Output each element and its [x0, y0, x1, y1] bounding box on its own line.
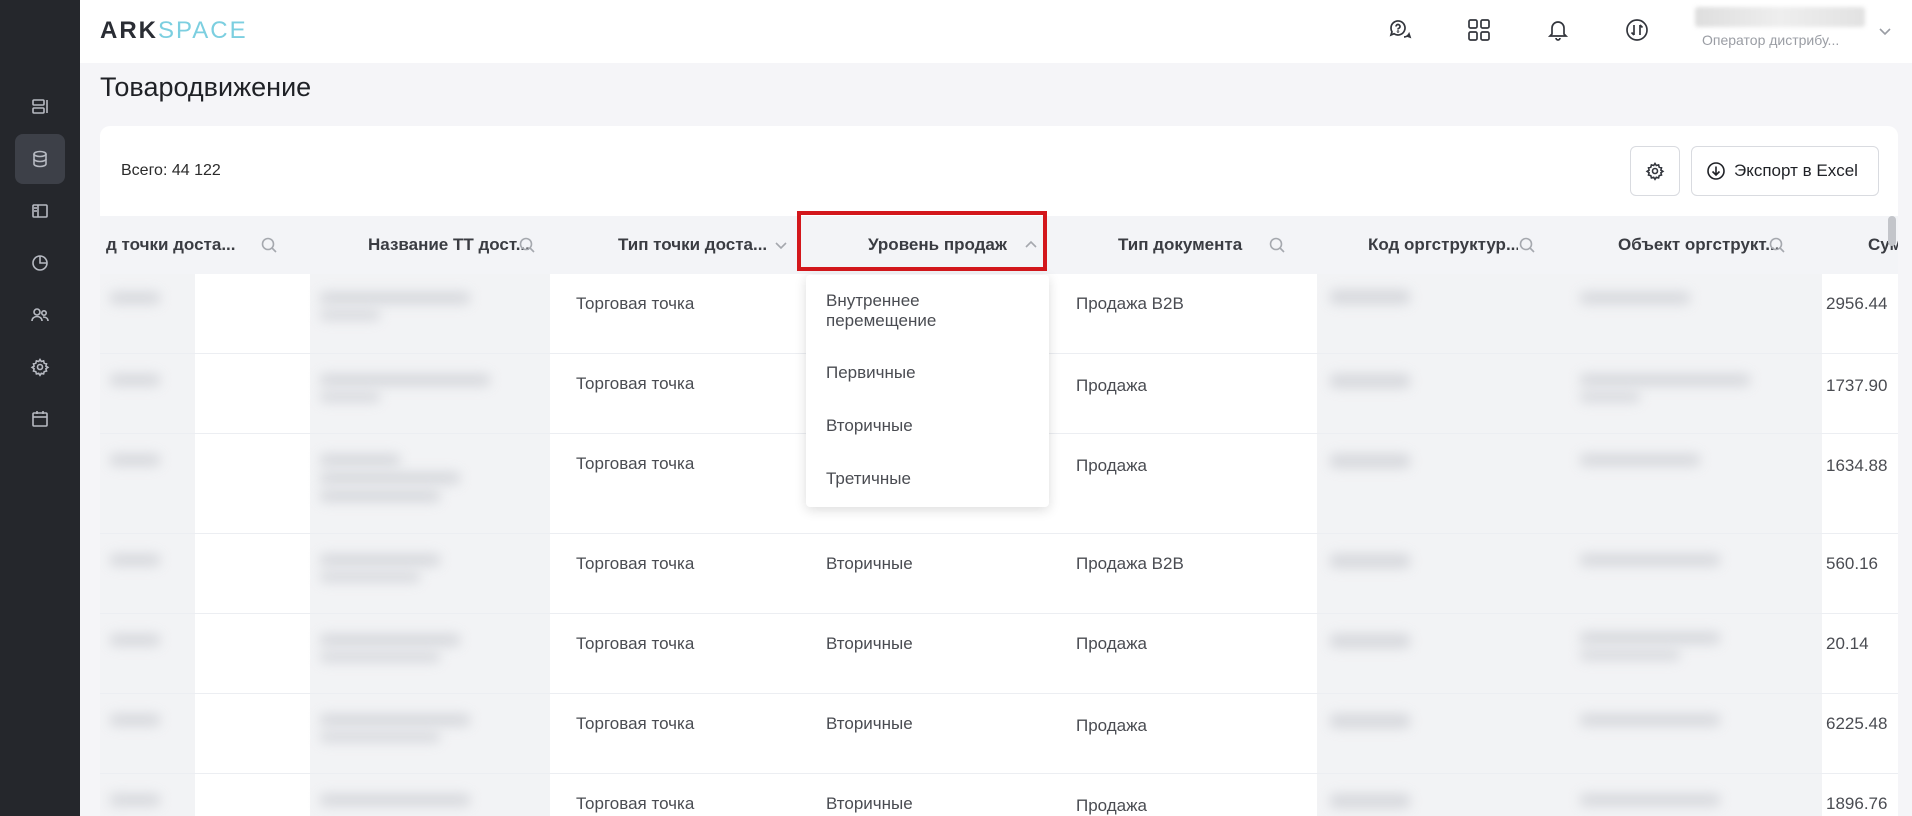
apps-grid-icon [1468, 19, 1490, 41]
chevron-down-icon [1879, 28, 1891, 36]
logo[interactable]: ARKSPACE [100, 17, 248, 45]
layout-panel-icon [32, 204, 48, 218]
dropdown-option-tertiary[interactable]: Третичные [826, 469, 911, 489]
user-role[interactable]: Оператор дистрибу... [1702, 32, 1839, 48]
left-sidebar [0, 0, 80, 816]
column-header-org-structure-code[interactable]: Код оргструктур... [1350, 216, 1600, 274]
gear-icon [30, 358, 50, 377]
total-count: Всего: 44 122 [121, 162, 221, 179]
sidebar-item-settings[interactable] [15, 342, 65, 392]
search-icon[interactable] [1264, 232, 1290, 258]
calendar-icon [32, 411, 48, 427]
table-scrollbar[interactable] [1888, 216, 1896, 246]
sync-button[interactable] [1621, 14, 1653, 46]
user-menu-chevron[interactable] [1876, 22, 1894, 40]
page-title: Товародвижение [100, 72, 312, 102]
dropdown-option-primary[interactable]: Первичные [826, 363, 916, 383]
search-icon[interactable] [1514, 232, 1540, 258]
sidebar-item-analytics[interactable] [15, 238, 65, 288]
dropdown-option-internal-transfer[interactable]: Внутреннее перемещение [826, 291, 1026, 331]
sidebar-item-database[interactable] [15, 134, 65, 184]
search-icon[interactable] [256, 232, 282, 258]
sidebar-item-layout[interactable] [15, 186, 65, 236]
sales-level-highlight [797, 211, 1047, 271]
database-icon [33, 150, 47, 168]
sidebar-item-reports[interactable] [15, 82, 65, 132]
help-chat-icon [1389, 20, 1412, 39]
search-icon[interactable] [514, 232, 540, 258]
bell-icon [1547, 21, 1569, 41]
user-name[interactable] [1695, 7, 1865, 27]
notifications-button[interactable] [1542, 14, 1574, 46]
export-label: Экспорт в Excel [1734, 161, 1858, 180]
sales-level-dropdown: Внутреннее перемещение Первичные Вторичн… [806, 275, 1049, 507]
top-bar: ARKSPACE Оператор дистрибу... [80, 0, 1912, 63]
download-icon [1707, 162, 1725, 180]
column-header-delivery-point-code[interactable]: д точки доста... [100, 216, 350, 274]
column-header-delivery-point-name[interactable]: Название ТТ дост... [350, 216, 600, 274]
dropdown-option-secondary[interactable]: Вторичные [826, 416, 913, 436]
table-row[interactable]: Торговая точка Вторичные Продажа B2B 560… [100, 534, 1898, 614]
table-settings-button[interactable] [1630, 146, 1680, 196]
export-excel-button[interactable]: Экспорт в Excel [1691, 146, 1879, 196]
chevron-down-icon[interactable] [768, 232, 794, 258]
help-chat-button[interactable] [1384, 14, 1416, 46]
users-icon [31, 308, 49, 322]
gear-icon [1645, 162, 1665, 181]
search-icon[interactable] [1764, 232, 1790, 258]
column-header-document-type[interactable]: Тип документа [1100, 216, 1350, 274]
reports-list-icon [32, 99, 48, 114]
table-row[interactable]: Торговая точка Вторичные Продажа 1896.76 [100, 774, 1898, 816]
pie-chart-icon [32, 255, 48, 271]
sidebar-item-users[interactable] [15, 290, 65, 340]
column-header-org-structure-object[interactable]: Объект оргструкт... [1600, 216, 1850, 274]
sidebar-item-calendar[interactable] [15, 394, 65, 444]
table-row[interactable]: Торговая точка Вторичные Продажа 6225.48 [100, 694, 1898, 774]
apps-grid-button[interactable] [1463, 14, 1495, 46]
sync-icon [1626, 19, 1648, 41]
table-row[interactable]: Торговая точка Вторичные Продажа 20.14 [100, 614, 1898, 694]
